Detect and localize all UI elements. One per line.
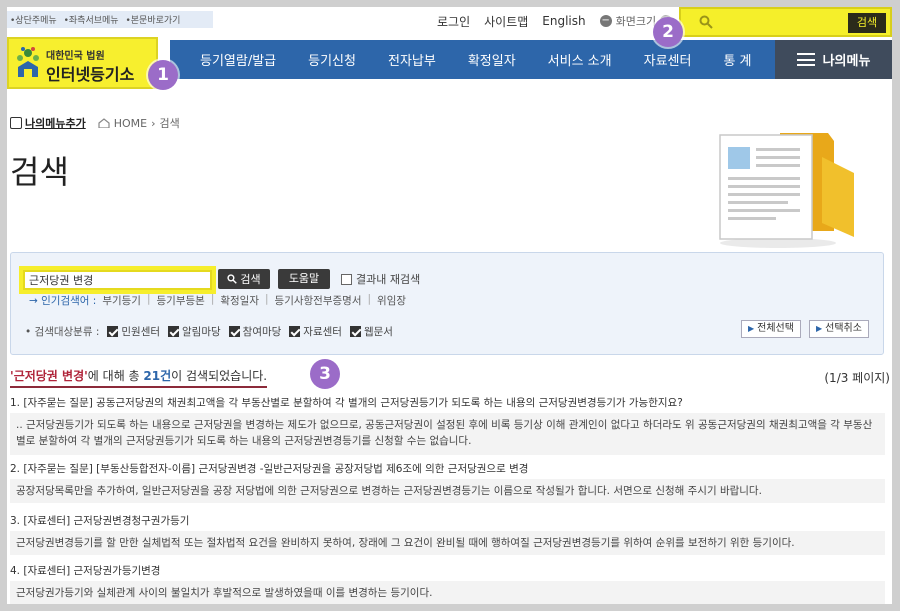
- result-keyword: 근저당권 변경: [13, 369, 85, 383]
- result-count: 21건: [143, 369, 172, 383]
- top-search-button[interactable]: 검색: [848, 13, 886, 33]
- breadcrumb-home[interactable]: HOME: [114, 117, 147, 130]
- checked-icon: [289, 326, 301, 337]
- hamburger-icon: [796, 53, 815, 66]
- skip-link-content[interactable]: •본문바로가기: [125, 16, 180, 26]
- result-snippet: 근저당권변경등기를 할 만한 실체법적 또는 절차법적 요건을 완비하지 못하여…: [10, 531, 885, 555]
- research-checkbox[interactable]: 결과내 재검색: [341, 271, 420, 287]
- skip-link-left-menu[interactable]: •좌측서브메뉴: [64, 16, 119, 26]
- site-logo[interactable]: 대한민국 법원 인터넷등기소: [7, 37, 158, 89]
- search-icon: [699, 15, 713, 29]
- select-all-button[interactable]: ▶ 전체선택: [741, 320, 801, 338]
- annotation-badge-3: 3: [310, 359, 340, 389]
- checked-icon: [228, 326, 240, 337]
- annotation-badge-2: 2: [653, 17, 683, 47]
- category-label: • 검색대상분류 :: [25, 326, 100, 338]
- result-title[interactable]: 1. [자주묻는 질문] 공동근저당권의 채권최고액을 각 부동산별로 분할하여…: [10, 395, 683, 410]
- nav-e-payment[interactable]: 전자납부: [372, 50, 452, 69]
- research-label: 결과내 재검색: [356, 273, 421, 286]
- logo-title: 인터넷등기소: [46, 65, 135, 84]
- result-title[interactable]: 2. [자주묻는 질문] [부동산등합전자-이름] 근저당권변경 -일반근저당권…: [10, 461, 528, 476]
- search-button[interactable]: 검색: [218, 269, 270, 289]
- add-my-menu-label: 나의메뉴추가: [25, 117, 86, 130]
- summary-tail: 이 검색되었습니다.: [171, 369, 268, 383]
- summary-text: 에 대해 총: [87, 369, 144, 383]
- court-emblem-icon: [17, 47, 39, 77]
- select-all-label: 전체선택: [757, 323, 794, 334]
- result-snippet: .. 근저당권등기가 되도록 하는 내용으로 근저당권을 변경하는 제도가 없으…: [10, 413, 885, 455]
- search-icon: [227, 274, 238, 284]
- deselect-button[interactable]: ▶ 선택취소: [809, 320, 869, 338]
- category-checkbox[interactable]: 자료센터: [289, 324, 342, 339]
- result-snippet: 근저당권가등기와 실체관계 사이의 불일치가 후발적으로 발생하였을때 이를 변…: [10, 581, 885, 604]
- nav-resource-center[interactable]: 자료센터: [628, 50, 708, 69]
- zoom-label: 화면크기: [615, 15, 657, 28]
- popular-keywords-label: → 인기검색어 :: [29, 295, 97, 307]
- breadcrumb: 나의메뉴추가 HOME › 검색: [10, 115, 180, 131]
- document-folder-illustration: [719, 133, 854, 248]
- my-menu-button[interactable]: 나의메뉴: [775, 40, 892, 79]
- checked-icon: [349, 326, 361, 337]
- utility-links: 로그인 사이트맵 English − 화면크기 +: [437, 12, 673, 30]
- popular-keyword[interactable]: 확정일자: [220, 293, 259, 308]
- category-option-label: 민원센터: [121, 326, 161, 338]
- triangle-icon: ▶: [748, 324, 755, 333]
- category-checkbox[interactable]: 민원센터: [107, 324, 160, 339]
- my-menu-label: 나의메뉴: [822, 54, 871, 69]
- home-icon: [98, 118, 110, 128]
- page-title: 검색: [10, 153, 69, 191]
- category-checkbox[interactable]: 알림마당: [168, 324, 221, 339]
- breadcrumb-trail: HOME › 검색: [98, 115, 180, 131]
- nav-service-intro[interactable]: 서비스 소개: [532, 50, 628, 69]
- login-link[interactable]: 로그인: [437, 13, 470, 30]
- page: •상단주메뉴 •좌측서브메뉴 •본문바로가기 로그인 사이트맵 English …: [7, 7, 892, 604]
- nav-statistics[interactable]: 통 계: [707, 50, 767, 69]
- sitemap-link[interactable]: 사이트맵: [484, 13, 528, 30]
- nav-registry-view[interactable]: 등기열람/발급: [170, 50, 292, 69]
- triangle-icon: ▶: [816, 324, 823, 333]
- breadcrumb-separator: ›: [151, 116, 156, 130]
- nav-registry-apply[interactable]: 등기신청: [292, 50, 372, 69]
- category-option-label: 자료센터: [303, 326, 342, 338]
- main-navigation: 등기열람/발급 등기신청 전자납부 확정일자 서비스 소개 자료센터 통 계 나…: [170, 40, 892, 79]
- help-button[interactable]: 도움말: [278, 269, 330, 289]
- checkbox-icon: [341, 273, 352, 285]
- screenshot-frame: •상단주메뉴 •좌측서브메뉴 •본문바로가기 로그인 사이트맵 English …: [0, 0, 900, 611]
- top-search-bar[interactable]: 검색: [679, 7, 892, 37]
- category-checkbox[interactable]: 웹문서: [349, 324, 393, 339]
- popular-keyword[interactable]: 등기사항전부증명서: [275, 293, 362, 308]
- category-checkbox[interactable]: 참여마당: [228, 324, 282, 339]
- logo-subtitle: 대한민국 법원: [46, 51, 105, 62]
- page-indicator: (1/3 페이지): [824, 371, 890, 385]
- search-input[interactable]: [23, 270, 212, 290]
- checked-icon: [107, 326, 119, 337]
- nav-fixed-date[interactable]: 확정일자: [452, 50, 532, 69]
- breadcrumb-current: 검색: [159, 117, 180, 130]
- result-title[interactable]: 3. [자료센터] 근저당권변경청구권가등기: [10, 513, 189, 528]
- category-option-label: 알림마당: [182, 326, 221, 338]
- deselect-label: 선택취소: [825, 323, 862, 334]
- result-snippet: 공장저당목록만을 추가하여, 일반근저당권을 공장 저당법에 의한 근저당권으로…: [10, 479, 885, 503]
- skip-navigation: •상단주메뉴 •좌측서브메뉴 •본문바로가기: [7, 11, 213, 28]
- category-filters: • 검색대상분류 : 민원센터 알림마당 참여마당 자료센터 웹문서: [25, 324, 393, 339]
- result-title[interactable]: 4. [자료센터] 근저당권가등기변경: [10, 563, 160, 578]
- skip-link-top-menu[interactable]: •상단주메뉴: [10, 16, 57, 26]
- english-link[interactable]: English: [542, 14, 585, 28]
- popular-keyword[interactable]: 등기부등본: [157, 293, 205, 308]
- popular-keywords: → 인기검색어 : 부기등기 | 등기부등본 | 확정일자 | 등기사항전부증명서 | …: [29, 293, 407, 308]
- annotation-badge-1: 1: [148, 60, 178, 90]
- zoom-out-button[interactable]: −: [599, 15, 612, 27]
- popular-keyword[interactable]: 위임장: [377, 293, 406, 308]
- result-summary: '근저당권 변경'에 대해 총 21건이 검색되었습니다.: [10, 367, 268, 388]
- search-button-label: 검색: [240, 273, 261, 286]
- checkbox-icon: [10, 117, 22, 129]
- category-option-label: 참여마당: [242, 326, 282, 338]
- search-panel: 검색 도움말 결과내 재검색 → 인기검색어 : 부기등기| 등기부등본| 확정…: [10, 252, 884, 355]
- popular-keyword[interactable]: 부기등기: [102, 293, 141, 308]
- add-my-menu-link[interactable]: 나의메뉴추가: [10, 115, 86, 131]
- checked-icon: [168, 326, 180, 337]
- category-option-label: 웹문서: [363, 326, 393, 338]
